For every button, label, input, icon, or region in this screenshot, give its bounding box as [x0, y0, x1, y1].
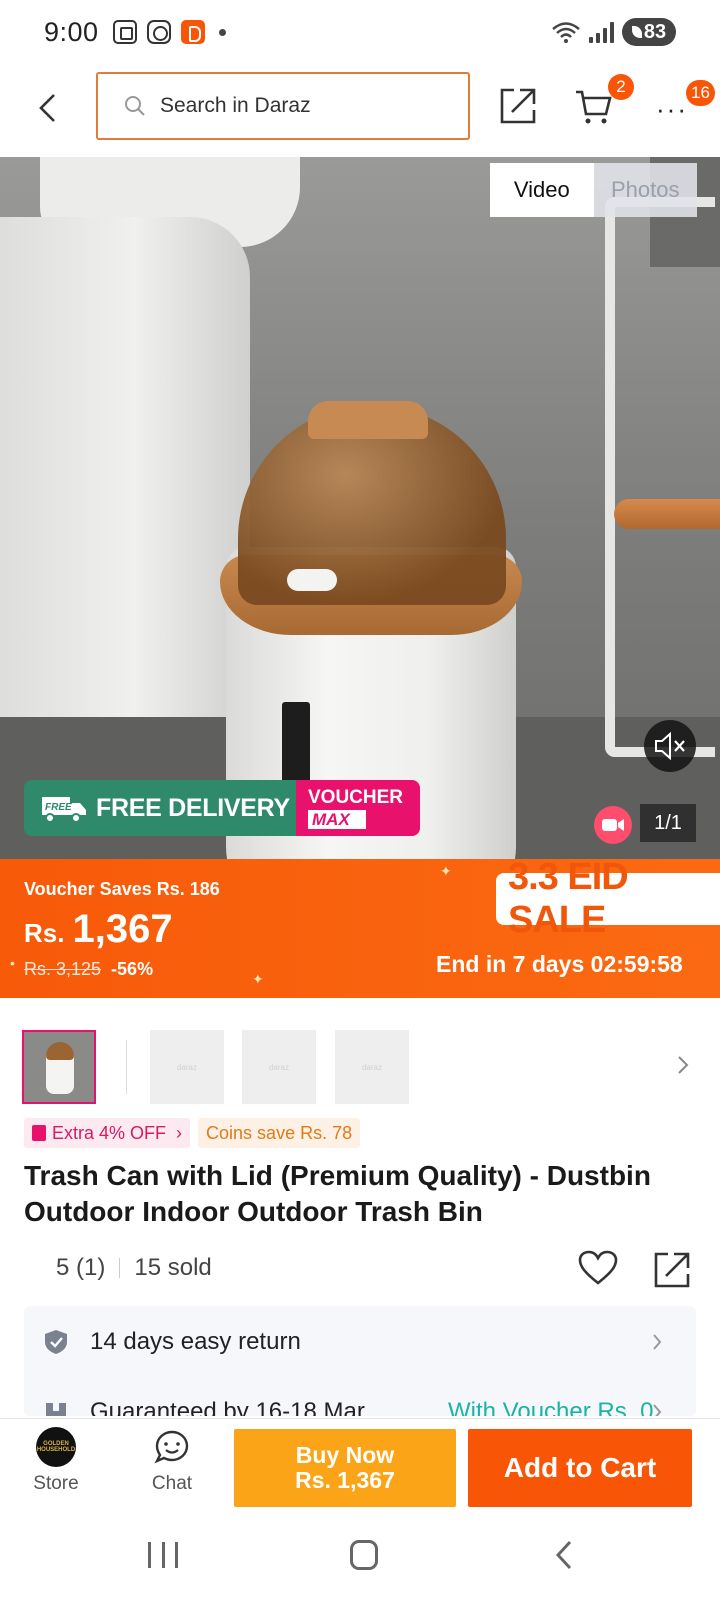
media-toggle: Video Photos	[490, 163, 697, 217]
chat-button[interactable]: Chat	[132, 1427, 212, 1495]
buy-now-label: Buy Now	[295, 1441, 395, 1468]
current-price: Rs. 1,367	[24, 907, 173, 952]
share-icon[interactable]	[498, 86, 538, 126]
delivery-row[interactable]: Guaranteed by 16-18 Mar With Voucher Rs.…	[44, 1392, 684, 1416]
chat-icon	[154, 1430, 189, 1464]
notification-icons	[112, 20, 226, 44]
more-notifications-dot	[218, 28, 226, 36]
signal-icon	[589, 21, 614, 43]
rating-row[interactable]: 5 (1) 15 sold	[56, 1254, 212, 1282]
share-icon[interactable]	[652, 1250, 692, 1290]
mute-button[interactable]	[644, 720, 696, 772]
media-counter: 1/1	[640, 804, 696, 842]
cart-button[interactable]: 2	[574, 74, 634, 126]
cart-count-badge: 2	[608, 74, 634, 100]
product-media[interactable]	[0, 157, 720, 859]
extra-off-label: Extra 4% OFF	[52, 1122, 167, 1143]
top-navigation: Search in Daraz 2 ··· 16	[0, 64, 720, 152]
sale-badge: 3.3 EID SALE	[496, 856, 720, 941]
heart-icon[interactable]	[578, 1250, 618, 1286]
voucher-max-label: MAX	[308, 809, 366, 829]
buy-now-button[interactable]: Buy Now Rs. 1,367	[234, 1429, 456, 1507]
free-delivery-banner: FREE FREE DELIVERY	[24, 780, 296, 836]
back-icon[interactable]	[36, 92, 60, 124]
buy-now-price: Rs. 1,367	[295, 1467, 395, 1493]
chevron-right-icon: ›	[176, 1122, 183, 1143]
original-price: Rs. 3,125	[24, 959, 102, 979]
truck-icon: FREE	[42, 797, 86, 823]
status-bar: 9:00 83	[0, 0, 720, 64]
add-to-cart-button[interactable]: Add to Cart	[468, 1429, 692, 1507]
extra-off-tag[interactable]: Extra 4% OFF ›	[24, 1118, 191, 1148]
coupon-icon	[32, 1125, 46, 1141]
thumbnail[interactable]: daraz	[150, 1030, 224, 1104]
thumbnail[interactable]: daraz	[335, 1030, 409, 1104]
more-button[interactable]: ···	[656, 94, 688, 125]
chevron-right-icon	[653, 1334, 662, 1350]
home-icon[interactable]	[350, 1540, 378, 1570]
service-info: 14 days easy return Guaranteed by 16-18 …	[24, 1306, 696, 1416]
system-navigation	[0, 1518, 720, 1600]
return-policy-row[interactable]: 14 days easy return	[44, 1322, 684, 1362]
chevron-right-icon	[653, 1404, 662, 1416]
recent-apps-icon[interactable]	[148, 1542, 178, 1568]
voucher-label: VOUCHER	[308, 786, 404, 808]
package-icon	[46, 1403, 66, 1416]
promo-banner: FREE FREE DELIVERY VOUCHER MAX	[24, 780, 420, 836]
battery-level: 83	[643, 20, 667, 43]
chevron-right-icon[interactable]	[676, 1054, 690, 1076]
store-logo: GOLDEN HOUSEHOLD	[36, 1427, 76, 1467]
search-input[interactable]: Search in Daraz	[96, 72, 470, 140]
video-camera-icon[interactable]	[594, 806, 632, 844]
battery-icon: 83	[622, 18, 676, 46]
screenshot-icon	[112, 20, 137, 44]
free-delivery-label: FREE DELIVERY	[96, 793, 290, 822]
tab-video[interactable]: Video	[490, 163, 594, 217]
voucher-max-banner: VOUCHER MAX	[296, 780, 420, 836]
promo-tags: Extra 4% OFF › Coins save Rs. 78	[24, 1118, 361, 1148]
system-status: 83	[551, 18, 676, 46]
shield-check-icon	[45, 1330, 67, 1354]
wifi-icon	[552, 22, 580, 43]
free-tag: FREE	[45, 802, 72, 813]
bottom-action-bar: GOLDEN HOUSEHOLD Store Chat Buy Now Rs. …	[0, 1418, 720, 1518]
price-currency: Rs.	[24, 918, 65, 948]
more-count-badge: 16	[686, 80, 715, 106]
product-title: Trash Can with Lid (Premium Quality) - D…	[24, 1160, 651, 1227]
status-time: 9:00	[44, 16, 99, 47]
sold-count: 15 sold	[134, 1254, 212, 1281]
return-policy-label: 14 days easy return	[90, 1328, 301, 1355]
thumbnail-strip: daraz daraz daraz	[0, 1030, 720, 1106]
search-icon	[125, 96, 145, 116]
price-amount: 1,367	[72, 907, 173, 951]
more-icon: ···	[656, 94, 688, 124]
voucher-saves: Voucher Saves Rs. 186	[24, 879, 220, 899]
instagram-icon	[146, 20, 171, 44]
thumbnail-active[interactable]	[22, 1030, 96, 1104]
back-icon[interactable]	[556, 1540, 572, 1570]
thumbnail[interactable]: daraz	[242, 1030, 316, 1104]
rating: 5 (1)	[56, 1254, 106, 1281]
mute-icon	[655, 731, 685, 761]
guaranteed-label: Guaranteed by 16-18 Mar	[90, 1398, 365, 1416]
sale-countdown: End in 7 days 02:59:58	[436, 951, 683, 977]
voucher-delivery-label: With Voucher Rs. 0	[448, 1398, 654, 1416]
discount-percent: -56%	[111, 959, 154, 979]
store-button[interactable]: GOLDEN HOUSEHOLD Store	[16, 1427, 96, 1495]
chat-label: Chat	[151, 1473, 193, 1494]
original-price-row: Rs. 3,125 -56%	[24, 959, 153, 980]
price-banner: ✦ ✦ • Voucher Saves Rs. 186 Rs. 1,367 Rs…	[0, 856, 720, 998]
coins-tag[interactable]: Coins save Rs. 78	[198, 1118, 361, 1148]
store-label: Store	[33, 1473, 79, 1494]
tab-photos[interactable]: Photos	[593, 163, 697, 217]
daraz-icon	[180, 20, 205, 44]
search-placeholder: Search in Daraz	[160, 94, 311, 117]
